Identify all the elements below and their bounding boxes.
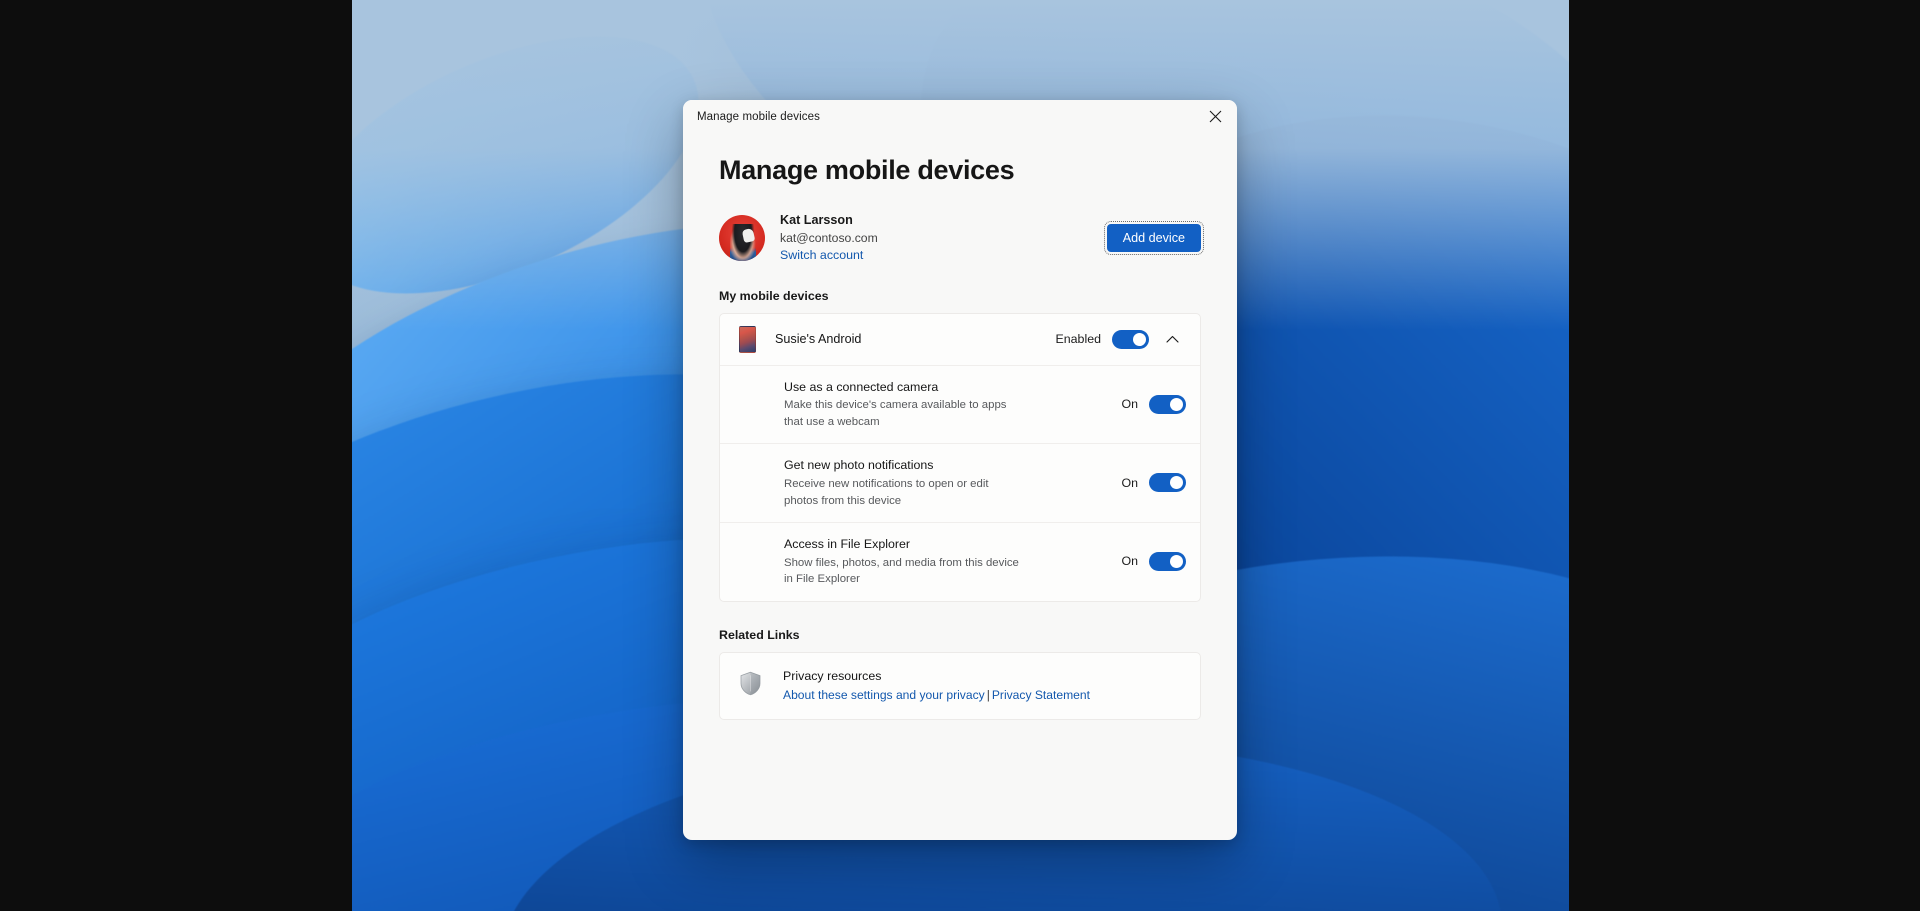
add-device-button[interactable]: Add device xyxy=(1103,221,1205,256)
setting-title: Access in File Explorer xyxy=(784,537,911,552)
letterbox-left xyxy=(0,0,352,911)
setting-title: Get new photo notifications xyxy=(784,458,934,473)
privacy-resources-links: About these settings and your privacy | Pr… xyxy=(783,686,1090,704)
close-icon[interactable] xyxy=(1193,100,1237,133)
about-settings-privacy-link[interactable]: About these settings and your privacy xyxy=(783,688,985,702)
setting-row: Get new photo notifications Receive new … xyxy=(720,443,1200,522)
account-email: kat@contoso.com xyxy=(780,230,878,245)
setting-title: Use as a connected camera xyxy=(784,379,939,394)
setting-toggle-connected-camera[interactable] xyxy=(1149,394,1186,414)
phone-thumbnail-icon xyxy=(739,325,756,353)
setting-state-label: On xyxy=(1121,554,1138,569)
setting-description: Make this device's camera available to a… xyxy=(784,399,1007,428)
setting-toggle-photo-notifications[interactable] xyxy=(1149,473,1186,493)
privacy-resources-title: Privacy resources xyxy=(783,668,882,683)
device-state-label: Enabled xyxy=(1055,332,1101,347)
setting-row: Access in File Explorer Show files, phot… xyxy=(720,522,1200,601)
devices-card: Susie's Android Enabled Use as a connect… xyxy=(719,312,1201,602)
manage-mobile-devices-dialog: Manage mobile devices Manage mobile devi… xyxy=(683,100,1237,840)
device-name: Susie's Android xyxy=(775,332,862,347)
privacy-resources-card: Privacy resources About these settings a… xyxy=(719,651,1201,720)
dialog-titlebar: Manage mobile devices xyxy=(683,100,1237,133)
letterbox-right xyxy=(1569,0,1920,911)
dialog-body: Manage mobile devices Kat Larsson kat@co… xyxy=(683,133,1237,840)
device-row-susies-android[interactable]: Susie's Android Enabled xyxy=(720,314,1200,365)
related-links-heading: Related Links xyxy=(719,627,800,642)
switch-account-link[interactable]: Switch account xyxy=(780,247,878,265)
chevron-up-icon[interactable] xyxy=(1158,325,1186,353)
titlebar-label: Manage mobile devices xyxy=(697,110,820,123)
setting-description: Show files, photos, and media from this … xyxy=(784,556,1019,586)
setting-row: Use as a connected camera Make this devi… xyxy=(720,364,1200,444)
privacy-statement-link[interactable]: Privacy Statement xyxy=(992,688,1090,702)
avatar xyxy=(719,215,765,262)
link-separator: | xyxy=(986,688,990,703)
setting-state-label: On xyxy=(1121,397,1138,412)
account-row: Kat Larsson kat@contoso.com Switch accou… xyxy=(719,212,1205,265)
setting-description: Receive new notifications to open or edi… xyxy=(784,478,989,507)
my-mobile-devices-heading: My mobile devices xyxy=(719,288,829,303)
setting-toggle-file-explorer[interactable] xyxy=(1149,551,1186,571)
page-title: Manage mobile devices xyxy=(719,155,1015,185)
device-enabled-toggle[interactable] xyxy=(1112,329,1149,349)
account-name: Kat Larsson xyxy=(780,213,853,227)
account-details: Kat Larsson kat@contoso.com Switch accou… xyxy=(780,212,878,265)
setting-state-label: On xyxy=(1121,475,1138,490)
shield-icon xyxy=(739,671,762,701)
